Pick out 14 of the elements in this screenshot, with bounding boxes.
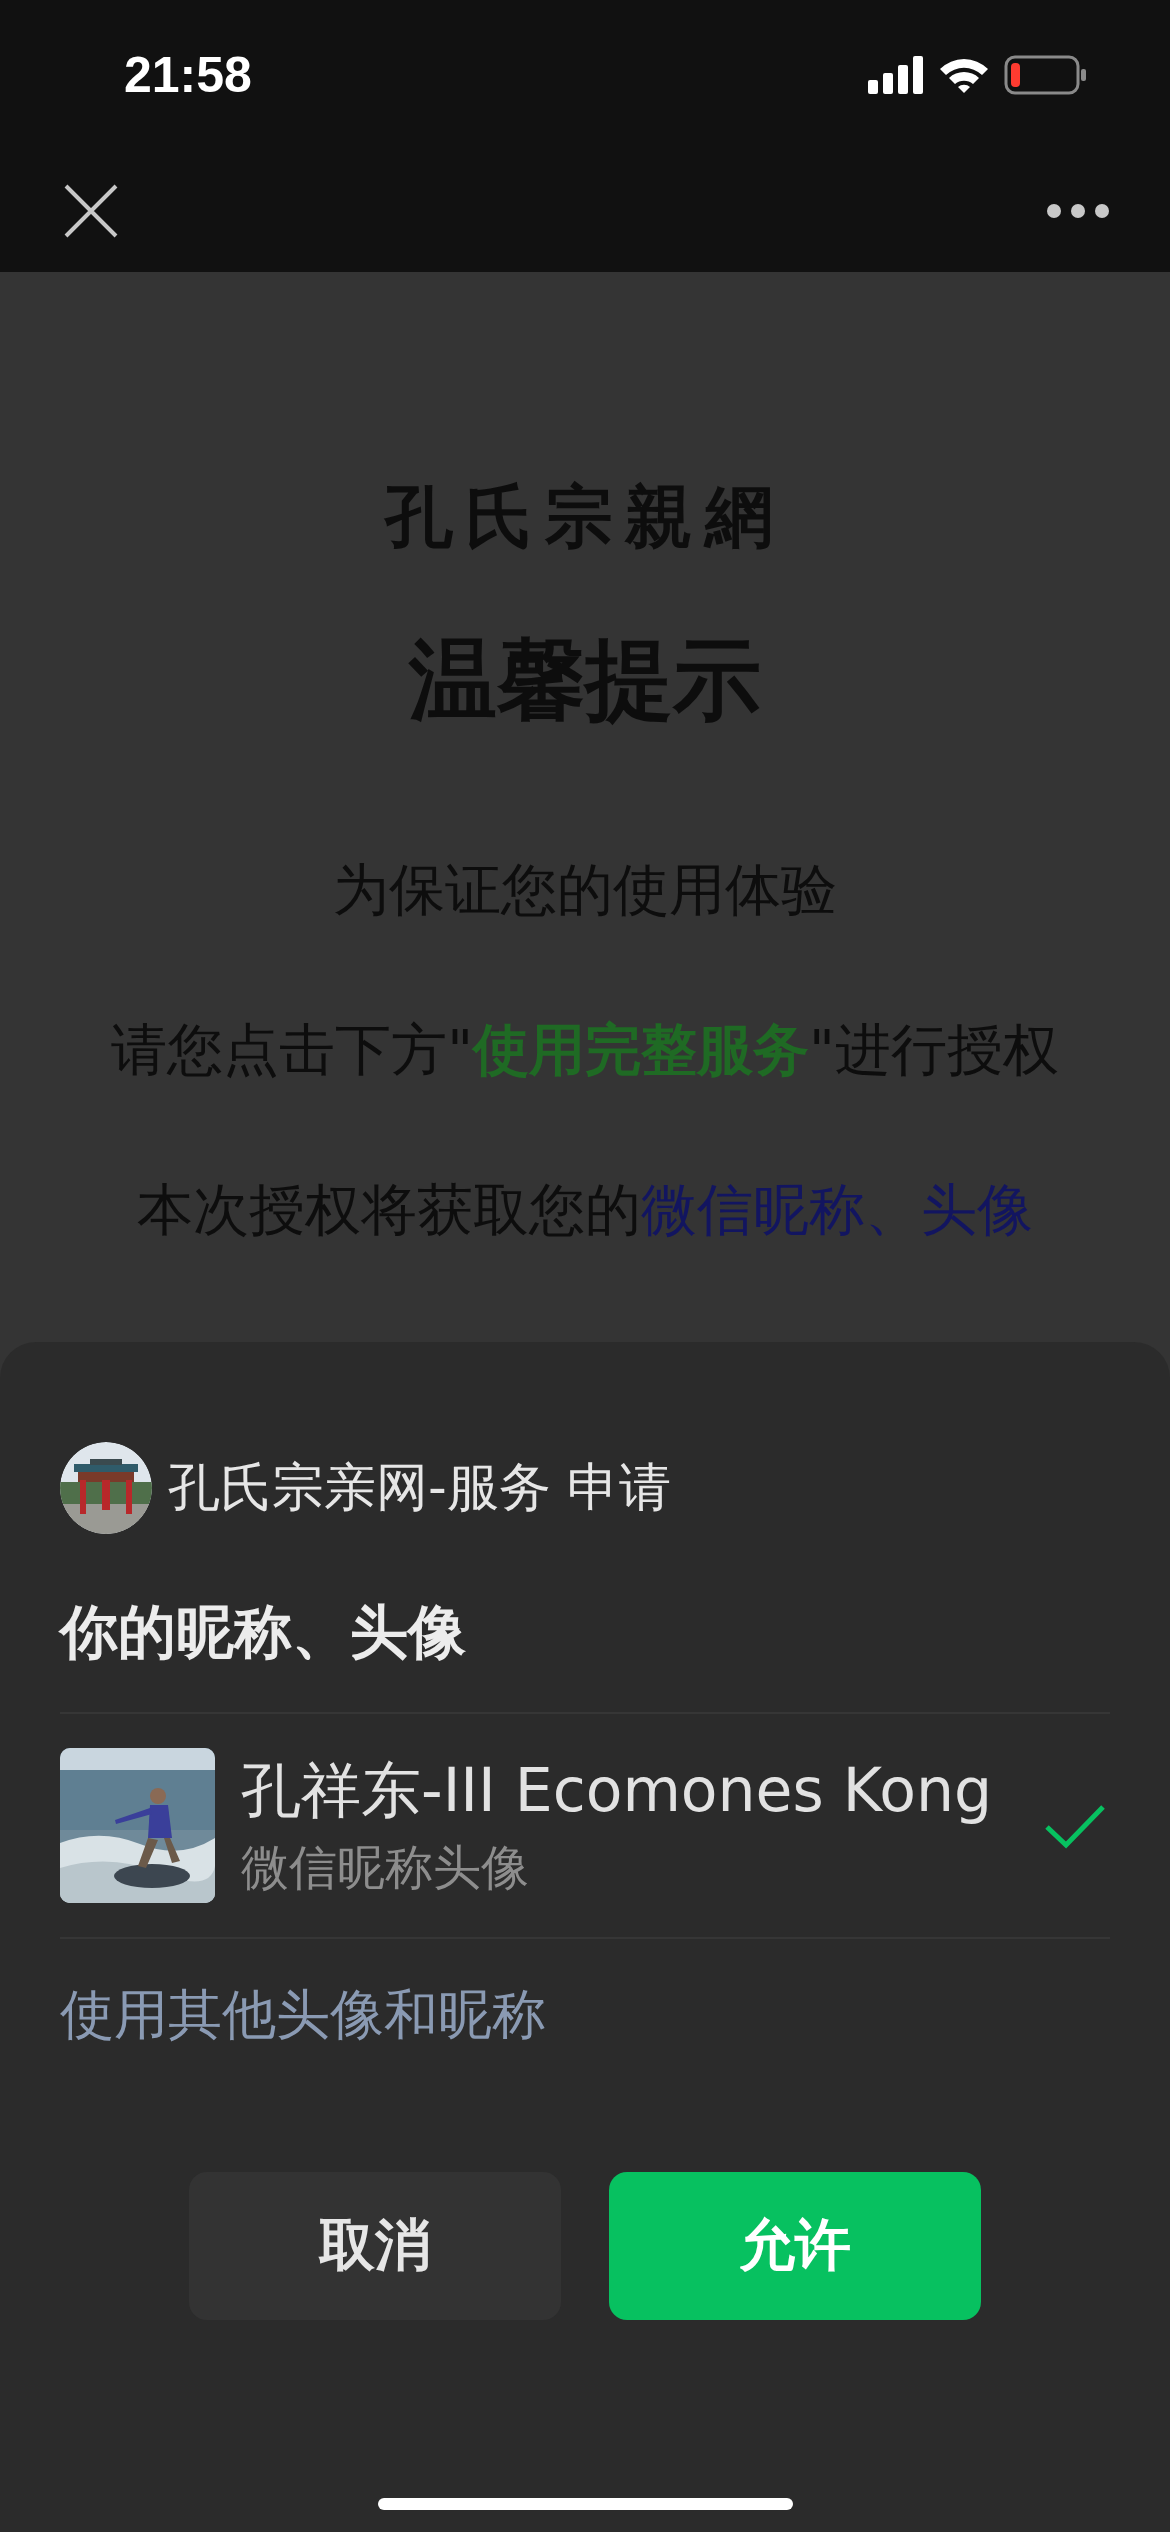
app-name: 孔氏宗亲网-服务 — [168, 1456, 551, 1519]
more-icon[interactable] — [1046, 203, 1110, 219]
profile-option[interactable]: 孔祥东-III Ecomones Kong 微信昵称头像 — [60, 1714, 1110, 1937]
close-icon[interactable] — [64, 184, 118, 238]
cancel-button[interactable]: 取消 — [189, 2172, 561, 2320]
other-profile-link[interactable]: 使用其他头像和昵称 — [60, 1979, 546, 2052]
sheet-title: 你的昵称、头像 — [60, 1597, 467, 1668]
request-label: 申请 — [566, 1456, 671, 1519]
status-time: 21:58 — [124, 46, 252, 104]
profile-name: 孔祥东-III Ecomones Kong — [241, 1754, 994, 1827]
signal-icon — [868, 56, 924, 94]
wifi-icon — [938, 56, 990, 94]
profile-subtitle: 微信昵称头像 — [241, 1838, 530, 1897]
battery-icon — [1004, 55, 1088, 95]
